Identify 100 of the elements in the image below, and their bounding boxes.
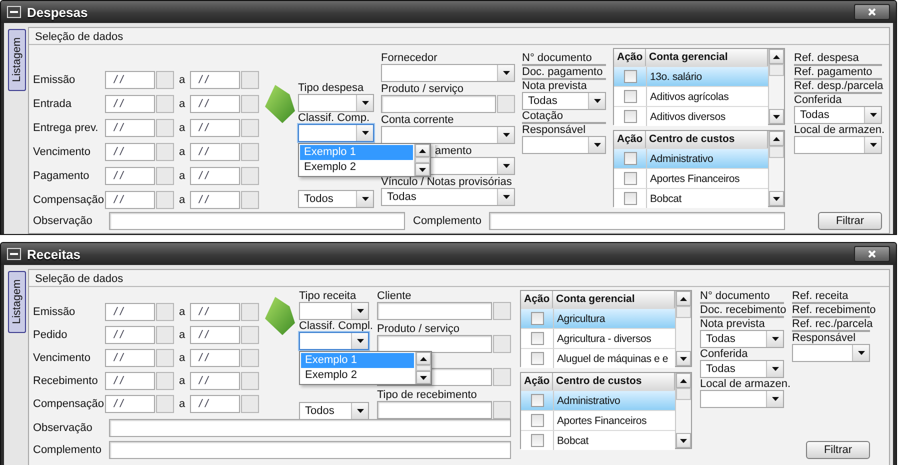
checkbox[interactable] (530, 352, 544, 365)
list-row[interactable]: Aportes Financeiros (614, 168, 768, 188)
scroll-down-button[interactable] (769, 109, 784, 124)
lookup-button[interactable] (156, 167, 174, 185)
date-field[interactable]: / / (190, 95, 240, 113)
lookup-button[interactable] (241, 326, 259, 344)
minimize-button[interactable] (7, 248, 21, 260)
scrollbar[interactable] (415, 352, 431, 384)
dropdown-button[interactable] (588, 137, 605, 153)
text-field[interactable] (109, 441, 511, 459)
dropdown-button[interactable] (351, 403, 368, 419)
list-row[interactable]: Aportes Financeiros (521, 410, 675, 430)
dropdown-button[interactable] (497, 65, 514, 81)
date-field[interactable]: / / (190, 191, 240, 209)
scrollbar[interactable] (768, 131, 784, 206)
date-field[interactable]: / / (190, 143, 240, 161)
combo-box[interactable]: Todas (700, 330, 784, 348)
checkbox[interactable] (624, 110, 636, 123)
lookup-button[interactable] (241, 372, 259, 390)
lookup-button[interactable] (241, 395, 259, 413)
lookup-button[interactable] (156, 191, 174, 209)
date-field[interactable]: / / (105, 395, 155, 413)
text-field[interactable] (377, 335, 492, 353)
dropdown-button[interactable] (356, 95, 373, 111)
date-field[interactable]: / / (190, 167, 240, 185)
date-field[interactable]: / / (105, 372, 155, 390)
dropdown-button[interactable] (497, 189, 514, 205)
lookup-button[interactable] (156, 326, 174, 344)
scroll-up-button[interactable] (769, 131, 784, 146)
date-field[interactable]: / / (105, 119, 155, 137)
scroll-down-button[interactable] (415, 163, 430, 176)
checkbox[interactable] (530, 394, 544, 407)
date-field[interactable]: / / (190, 349, 240, 367)
lookup-button[interactable] (156, 143, 174, 161)
dropdown-button[interactable] (864, 137, 881, 153)
dropdown-button[interactable] (766, 331, 783, 347)
dropdown-button[interactable] (864, 107, 881, 123)
date-field[interactable]: / / (105, 326, 155, 344)
list-row[interactable]: Bobcat (614, 188, 768, 208)
lookup-button[interactable] (241, 303, 259, 321)
lookup-button[interactable] (156, 71, 174, 89)
date-field[interactable]: / / (190, 119, 240, 137)
combo-box[interactable]: Todas (522, 92, 606, 110)
scroll-down-button[interactable] (676, 351, 691, 366)
close-button[interactable] (854, 246, 890, 262)
checkbox[interactable] (624, 90, 636, 103)
scroll-up-button[interactable] (415, 144, 430, 157)
combo-box[interactable] (298, 124, 374, 142)
list-row[interactable]: Agricultura - diversos (521, 328, 675, 348)
dropdown-button[interactable] (766, 391, 783, 407)
list-row[interactable]: Administrativo (614, 148, 768, 168)
checkbox[interactable] (624, 152, 636, 165)
scroll-thumb[interactable] (416, 365, 431, 371)
scroll-thumb[interactable] (769, 146, 784, 158)
combo-box[interactable]: Todos (299, 402, 369, 420)
dropdown-button[interactable] (497, 127, 514, 143)
date-field[interactable]: / / (105, 95, 155, 113)
scroll-thumb[interactable] (676, 306, 691, 318)
lookup-button[interactable] (241, 95, 259, 113)
list-row[interactable]: Administrativo (521, 390, 675, 410)
date-field[interactable]: / / (105, 143, 155, 161)
list-row[interactable]: Agricultura (521, 308, 675, 328)
scroll-thumb[interactable] (415, 157, 430, 163)
date-field[interactable]: / / (105, 349, 155, 367)
scroll-down-button[interactable] (769, 191, 784, 206)
lookup-button[interactable] (493, 368, 511, 386)
lookup-button[interactable] (156, 119, 174, 137)
list-row[interactable]: 13o. salário (614, 66, 768, 86)
close-button[interactable] (854, 4, 890, 20)
text-field[interactable] (381, 95, 496, 113)
date-field[interactable]: / / (105, 71, 155, 89)
date-field[interactable]: / / (190, 71, 240, 89)
scroll-down-button[interactable] (676, 433, 691, 448)
text-field[interactable] (377, 401, 492, 419)
list-row[interactable]: Aditivos agrícolas (614, 86, 768, 106)
scroll-thumb[interactable] (676, 388, 691, 400)
combo-box[interactable]: Todas (794, 106, 882, 124)
dropdown-button[interactable] (497, 158, 514, 174)
lookup-button[interactable] (156, 303, 174, 321)
lookup-button[interactable] (241, 71, 259, 89)
text-field[interactable] (109, 212, 405, 230)
list-row[interactable]: Aditivos diversos (614, 106, 768, 126)
text-field[interactable] (489, 212, 785, 230)
lookup-button[interactable] (156, 95, 174, 113)
list-row[interactable]: Aluguel de máquinas e e (521, 348, 675, 368)
date-field[interactable]: / / (105, 191, 155, 209)
scroll-up-button[interactable] (416, 352, 431, 365)
minimize-button[interactable] (7, 6, 21, 18)
combo-box[interactable]: Todas (700, 360, 784, 378)
filter-button[interactable]: Filtrar (806, 441, 870, 459)
lookup-button[interactable] (493, 302, 511, 320)
lookup-button[interactable] (493, 401, 511, 419)
filter-button[interactable]: Filtrar (818, 212, 882, 230)
scroll-up-button[interactable] (676, 373, 691, 388)
checkbox[interactable] (624, 172, 636, 185)
scroll-thumb[interactable] (769, 64, 784, 76)
date-field[interactable]: / / (190, 372, 240, 390)
text-field[interactable] (377, 302, 492, 320)
list-row[interactable]: Bobcat (521, 430, 675, 450)
checkbox[interactable] (624, 192, 636, 205)
